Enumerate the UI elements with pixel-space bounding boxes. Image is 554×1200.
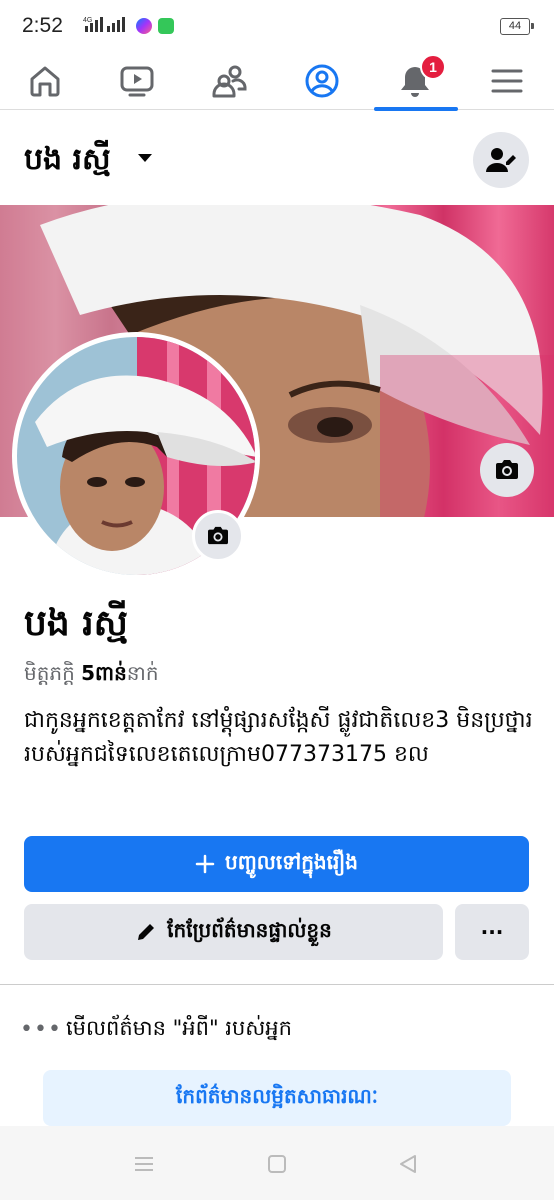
edit-cover-button[interactable] bbox=[480, 443, 534, 497]
edit-public-details-button[interactable]: កែព័ត៌មានលម្អិតសាធារណៈ bbox=[43, 1070, 511, 1126]
see-about-label: មើលព័ត៌មាន "អំពី" របស់អ្នក bbox=[66, 1015, 292, 1040]
friends-suffix: នាក់ bbox=[126, 661, 159, 685]
camera-icon bbox=[496, 460, 518, 479]
home-button[interactable] bbox=[263, 1150, 291, 1178]
plus-icon bbox=[195, 854, 215, 874]
recent-apps-button[interactable] bbox=[130, 1150, 158, 1178]
edit-profile-picture-button[interactable] bbox=[192, 510, 244, 562]
nav-friends[interactable] bbox=[185, 52, 275, 110]
battery-icon: 44 bbox=[500, 18, 534, 35]
nav-profile[interactable] bbox=[277, 52, 367, 110]
edit-public-details-label: កែព័ត៌មានលម្អិតសាធារណៈ bbox=[176, 1084, 378, 1108]
network-label: 4G bbox=[83, 17, 92, 24]
add-to-story-button[interactable]: បញ្ចូលទៅក្នុងរឿង bbox=[24, 836, 529, 892]
camera-icon bbox=[208, 526, 228, 545]
status-bar: 2:52 4G 44 bbox=[0, 0, 554, 52]
friends-count-line[interactable]: មិត្តភក្តិ 5ពាន់នាក់ bbox=[24, 660, 159, 690]
back-button[interactable] bbox=[394, 1150, 422, 1178]
profile-name: បង រស្មី bbox=[24, 603, 128, 644]
profile-icon bbox=[305, 64, 339, 98]
profile-switcher-name[interactable]: បង រស្មី bbox=[24, 140, 111, 184]
hamburger-icon bbox=[491, 69, 523, 93]
add-to-story-label: បញ្ចូលទៅក្នុងរឿង bbox=[225, 850, 358, 874]
profile-bio: ជាកូនអ្នកខេត្តតាកែវ នៅម្ដុំផ្សារសង្កែសី … bbox=[24, 708, 533, 767]
more-options-button[interactable]: ··· bbox=[455, 904, 529, 960]
square-icon bbox=[268, 1155, 286, 1173]
friends-label: មិត្តភក្តិ bbox=[24, 661, 75, 685]
nav-notifications[interactable]: 1 bbox=[370, 52, 460, 111]
top-navigation: 1 bbox=[0, 52, 554, 111]
menu-lines-icon bbox=[135, 1157, 153, 1171]
signal-icon: 4G bbox=[83, 17, 125, 32]
more-icon: ··· bbox=[480, 920, 504, 944]
edit-profile-button[interactable]: កែប្រែព័ត៌មានផ្ទាល់ខ្លួន bbox=[24, 904, 443, 960]
section-divider bbox=[0, 984, 554, 985]
app-notification-icon bbox=[158, 18, 174, 34]
profile-header: បង រស្មី bbox=[0, 128, 554, 192]
nav-home[interactable] bbox=[0, 52, 90, 110]
nav-watch[interactable] bbox=[92, 52, 182, 110]
nav-menu[interactable] bbox=[462, 52, 552, 110]
edit-profile-shortcut-button[interactable] bbox=[473, 132, 529, 188]
notification-badge: 1 bbox=[420, 54, 446, 80]
system-navigation-bar bbox=[0, 1126, 554, 1200]
pencil-icon bbox=[135, 921, 157, 943]
friends-icon bbox=[212, 65, 247, 98]
more-horizontal-icon: ••• bbox=[20, 1017, 62, 1042]
friends-count: 5ពាន់ bbox=[81, 661, 127, 685]
user-edit-icon bbox=[486, 148, 516, 172]
video-icon bbox=[120, 66, 154, 97]
chevron-down-icon[interactable] bbox=[138, 154, 152, 162]
active-tab-indicator bbox=[374, 107, 458, 111]
back-triangle-icon bbox=[400, 1155, 416, 1173]
status-time: 2:52 bbox=[22, 14, 63, 37]
see-about-row[interactable]: ••• មើលព័ត៌មាន "អំពី" របស់អ្នក bbox=[20, 1012, 534, 1048]
messenger-icon bbox=[136, 18, 152, 34]
edit-profile-label: កែប្រែព័ត៌មានផ្ទាល់ខ្លួន bbox=[167, 918, 332, 942]
home-icon bbox=[30, 66, 60, 97]
